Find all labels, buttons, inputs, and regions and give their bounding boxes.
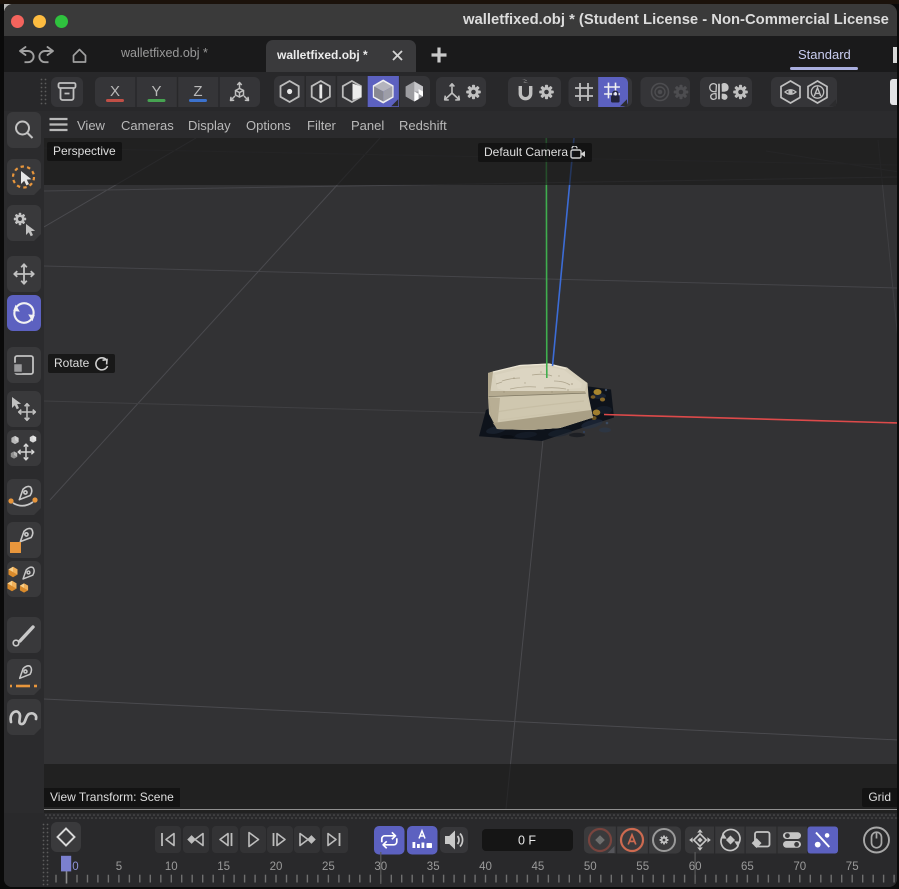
svg-text:75: 75 [846, 861, 859, 873]
svg-text:35: 35 [427, 861, 440, 873]
svg-text:0: 0 [72, 861, 78, 873]
svg-text:Y: Y [151, 83, 161, 100]
svg-text:X: X [110, 83, 120, 100]
svg-text:50: 50 [584, 861, 597, 873]
svg-text:10: 10 [165, 861, 178, 873]
svg-text:15: 15 [217, 861, 230, 873]
svg-text:45: 45 [532, 861, 545, 873]
svg-text:40: 40 [479, 861, 492, 873]
svg-text:20: 20 [270, 861, 283, 873]
svg-text:25: 25 [322, 861, 335, 873]
svg-text:65: 65 [741, 861, 754, 873]
svg-text:0 F: 0 F [518, 834, 536, 848]
svg-text:70: 70 [793, 861, 806, 873]
svg-text:Z: Z [193, 83, 202, 100]
svg-text:55: 55 [636, 861, 649, 873]
svg-text:5: 5 [116, 861, 122, 873]
